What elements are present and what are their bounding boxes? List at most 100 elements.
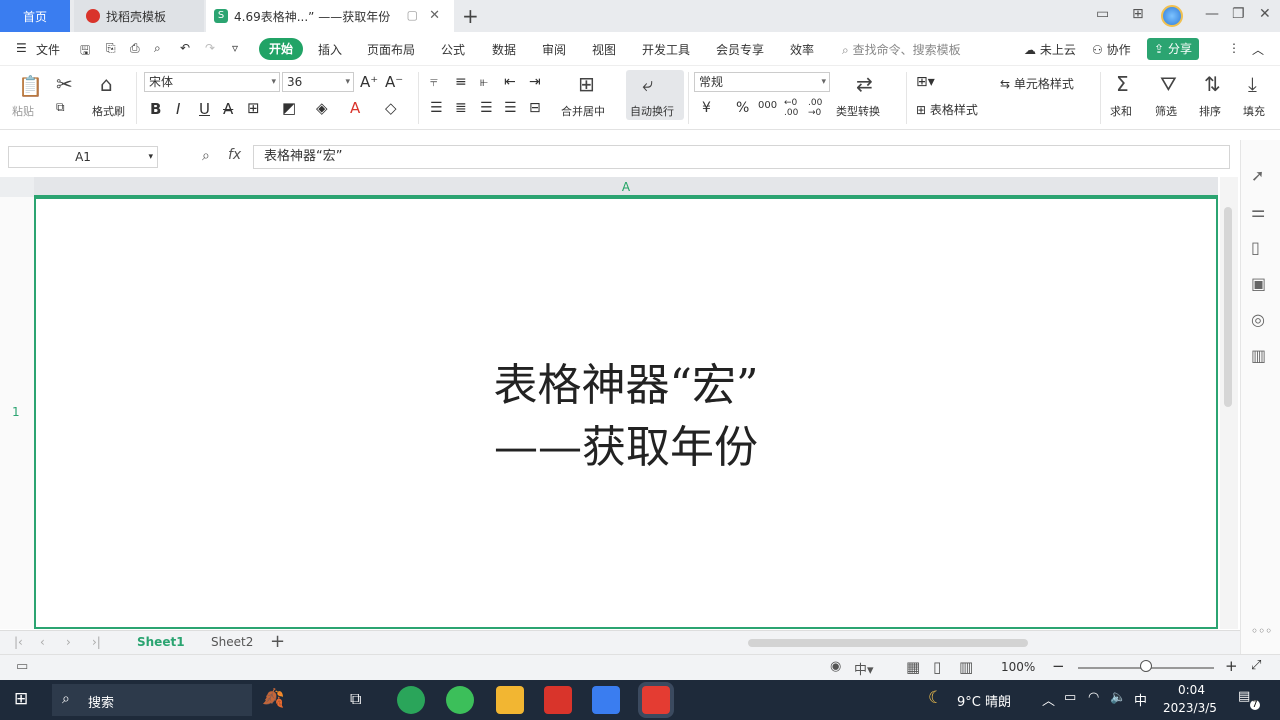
cloud-status[interactable]: ☁ 未上云 bbox=[1024, 41, 1076, 58]
clock-date[interactable]: 2023/3/5 bbox=[1163, 701, 1217, 715]
fill-color-icon[interactable]: ◈ bbox=[316, 99, 328, 117]
formula-input[interactable]: 表格神器“宏” bbox=[253, 145, 1230, 169]
menu-file[interactable]: 文件 bbox=[36, 41, 60, 58]
command-search[interactable]: ⌕ 查找命令、搜索模板 bbox=[842, 41, 961, 58]
fullscreen-icon[interactable]: ⤢ bbox=[1251, 658, 1261, 673]
align-top-icon[interactable]: ⫧ bbox=[430, 74, 438, 90]
paste-icon[interactable]: 📋 bbox=[18, 74, 43, 98]
windows-start-icon[interactable]: ⊞ bbox=[14, 689, 28, 709]
menu-data[interactable]: 数据 bbox=[492, 41, 516, 58]
bold-icon[interactable]: B bbox=[150, 100, 161, 118]
zoom-in-icon[interactable]: + bbox=[1225, 657, 1238, 675]
align-center-icon[interactable]: ≣ bbox=[455, 100, 467, 116]
font-size-select[interactable]: 36 ▾ bbox=[282, 72, 354, 92]
file-explorer-icon[interactable] bbox=[496, 686, 524, 714]
distribute-icon[interactable]: ⊟ bbox=[529, 100, 541, 116]
fill-icon[interactable]: ⤓ bbox=[1248, 72, 1257, 96]
wps-active-icon[interactable] bbox=[642, 686, 670, 714]
collab-button[interactable]: ⚇ 协作 bbox=[1092, 41, 1131, 58]
copy-icon[interactable]: ⧉ bbox=[56, 100, 65, 115]
fill-button[interactable]: 填充 bbox=[1243, 103, 1265, 119]
underline-icon[interactable]: U bbox=[199, 100, 210, 118]
quick-access-dropdown-icon[interactable]: ▿ bbox=[232, 41, 238, 55]
menu-formula[interactable]: 公式 bbox=[441, 41, 465, 58]
vertical-scroll-thumb[interactable] bbox=[1224, 207, 1232, 407]
format-painter-icon[interactable]: ⌂ bbox=[100, 72, 113, 96]
prev-sheet-icon[interactable]: ‹ bbox=[40, 635, 45, 649]
undo-icon[interactable]: ↶ bbox=[180, 41, 190, 55]
normal-view-icon[interactable]: ▦ bbox=[906, 658, 920, 676]
wrap-text-button[interactable]: 自动换行 bbox=[630, 103, 674, 119]
tab-home[interactable]: 首页 bbox=[0, 0, 70, 32]
border-icon[interactable]: ⊞ bbox=[247, 99, 260, 117]
macro-record-icon[interactable]: ▭ bbox=[16, 659, 28, 674]
restore-icon[interactable]: ❐ bbox=[1232, 6, 1245, 22]
fill-pattern-icon[interactable]: ◩ bbox=[282, 99, 296, 117]
name-box[interactable]: A1 ▾ bbox=[8, 146, 158, 168]
convert-icon[interactable]: ⇄ bbox=[856, 72, 873, 96]
next-sheet-icon[interactable]: › bbox=[66, 635, 71, 649]
save-icon[interactable]: 🖫 bbox=[80, 41, 90, 62]
clear-format-icon[interactable]: ◇ bbox=[385, 99, 397, 117]
align-bottom-icon[interactable]: ⫦ bbox=[480, 74, 488, 90]
taskbar-search[interactable]: ⌕ 搜索 bbox=[52, 684, 252, 716]
first-sheet-icon[interactable]: |‹ bbox=[14, 635, 23, 649]
more-panels-icon[interactable]: ◦◦◦ bbox=[1251, 624, 1272, 638]
zoom-out-icon[interactable]: − bbox=[1052, 657, 1065, 675]
increase-font-icon[interactable]: A⁺ bbox=[360, 73, 378, 91]
decrease-font-icon[interactable]: A⁻ bbox=[385, 73, 403, 91]
zoom-slider-knob[interactable] bbox=[1140, 660, 1152, 672]
sum-button[interactable]: 求和 bbox=[1110, 103, 1132, 119]
volume-icon[interactable]: 🔈 bbox=[1110, 690, 1126, 705]
tab-template[interactable]: 找稻壳模板 bbox=[74, 0, 204, 32]
menu-view[interactable]: 视图 bbox=[592, 41, 616, 58]
merge-center-button[interactable]: 合并居中 bbox=[561, 103, 605, 119]
export-icon[interactable]: ⎘ bbox=[106, 41, 116, 56]
sort-icon[interactable]: ⇅ bbox=[1204, 72, 1221, 96]
last-sheet-icon[interactable]: ›| bbox=[92, 635, 101, 649]
collapse-ribbon-icon[interactable]: ︿ bbox=[1252, 41, 1264, 58]
ime-indicator[interactable]: 中 bbox=[1134, 690, 1147, 709]
eye-protect-icon[interactable]: ◉ bbox=[830, 659, 841, 674]
zoom-level[interactable]: 100% bbox=[1001, 660, 1035, 674]
font-family-select[interactable]: 宋体 ▾ bbox=[144, 72, 280, 92]
avatar[interactable] bbox=[1161, 5, 1183, 27]
location-icon[interactable]: ◎ bbox=[1251, 310, 1265, 329]
close-tab-icon[interactable]: ✕ bbox=[429, 8, 440, 23]
preview-icon[interactable]: ⌕ bbox=[154, 41, 161, 56]
layout-icon[interactable]: ▭ bbox=[1096, 6, 1109, 22]
notification-icon[interactable]: ▤ bbox=[1238, 689, 1250, 704]
select-cursor-icon[interactable]: ➚ bbox=[1251, 166, 1264, 185]
align-left-icon[interactable]: ☰ bbox=[430, 100, 443, 116]
menu-efficiency[interactable]: 效率 bbox=[790, 41, 814, 58]
battery-icon[interactable]: ▭ bbox=[1064, 690, 1076, 705]
clock-time[interactable]: 0:04 bbox=[1178, 683, 1205, 697]
decrease-indent-icon[interactable]: ⇤ bbox=[504, 74, 516, 90]
more-icon[interactable]: ⋮ bbox=[1228, 41, 1240, 55]
wifi-icon[interactable]: ◠ bbox=[1088, 690, 1099, 705]
input-method-icon[interactable]: 中▾ bbox=[854, 659, 874, 678]
menu-insert[interactable]: 插入 bbox=[318, 41, 342, 58]
add-sheet-button[interactable]: + bbox=[270, 631, 285, 652]
increase-decimal-icon[interactable]: ←0.00 bbox=[784, 98, 798, 118]
new-tab-button[interactable]: + bbox=[462, 4, 479, 28]
print-icon[interactable]: ⎙ bbox=[130, 41, 140, 56]
select-all-corner[interactable] bbox=[0, 177, 34, 197]
settings-sliders-icon[interactable]: ⚌ bbox=[1251, 202, 1265, 221]
format-painter-button[interactable]: 格式刷 bbox=[92, 103, 125, 119]
table-style-button[interactable]: ⊞ 表格样式 bbox=[916, 101, 978, 118]
menu-developer[interactable]: 开发工具 bbox=[642, 41, 690, 58]
app-360-icon[interactable] bbox=[397, 686, 425, 714]
italic-icon[interactable]: I bbox=[176, 100, 180, 118]
zoom-formula-icon[interactable]: ⌕ bbox=[202, 148, 210, 164]
fx-icon[interactable]: fx bbox=[228, 147, 241, 163]
horizontal-scroll-thumb[interactable] bbox=[748, 639, 1028, 647]
apps-grid-icon[interactable]: ⊞ bbox=[1132, 6, 1144, 22]
justify-icon[interactable]: ☰ bbox=[504, 100, 517, 116]
percent-icon[interactable]: % bbox=[736, 100, 749, 116]
menu-start[interactable]: 开始 bbox=[259, 38, 303, 60]
wrap-text-icon[interactable]: ⤶ bbox=[642, 72, 653, 96]
task-view-icon[interactable]: ⧉ bbox=[350, 689, 361, 709]
properties-icon[interactable]: ▯ bbox=[1251, 238, 1260, 257]
hamburger-icon[interactable]: ☰ bbox=[16, 41, 27, 55]
